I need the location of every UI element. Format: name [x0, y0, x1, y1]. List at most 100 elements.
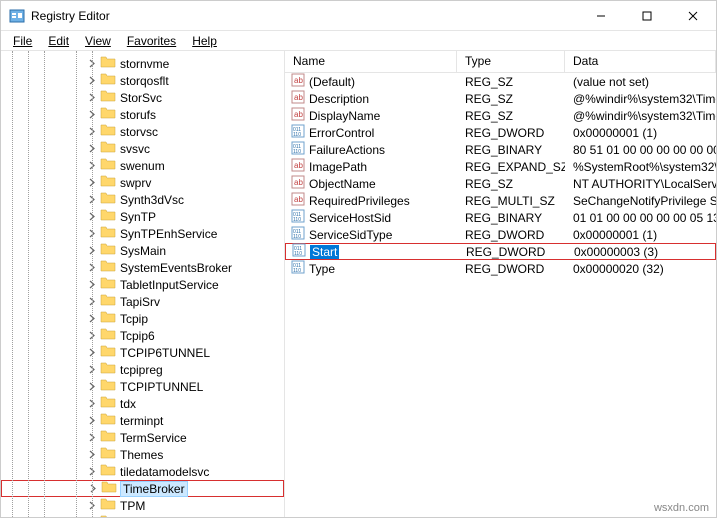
col-header-type[interactable]: Type: [457, 51, 565, 72]
tree-item-themes[interactable]: Themes: [1, 446, 284, 463]
tree-item-tapisrv[interactable]: TapiSrv: [1, 293, 284, 310]
expander-icon[interactable]: [87, 75, 98, 86]
value-data: 0x00000020 (32): [565, 262, 716, 276]
value-row-displayname[interactable]: abDisplayNameREG_SZ@%windir%\system32\Ti…: [285, 107, 716, 124]
tree-item-syntp[interactable]: SynTP: [1, 208, 284, 225]
tree-item-tabletinputservice[interactable]: TabletInputService: [1, 276, 284, 293]
expander-icon[interactable]: [87, 347, 98, 358]
expander-icon[interactable]: [87, 177, 98, 188]
folder-icon: [100, 463, 120, 480]
menubar: File Edit View Favorites Help: [1, 31, 716, 51]
tree-item-syntpenhservice[interactable]: SynTPEnhService: [1, 225, 284, 242]
tree-label: SystemEventsBroker: [120, 261, 232, 275]
maximize-button[interactable]: [624, 1, 670, 30]
tree-item-storvsc[interactable]: storvsc: [1, 123, 284, 140]
value-row--default-[interactable]: ab(Default)REG_SZ(value not set): [285, 73, 716, 90]
menu-file[interactable]: File: [5, 32, 40, 50]
tree-item-tdx[interactable]: tdx: [1, 395, 284, 412]
expander-icon[interactable]: [87, 143, 98, 154]
tree-label: TimeBroker: [121, 482, 187, 496]
expander-icon[interactable]: [87, 228, 98, 239]
tree-item-tcpip[interactable]: Tcpip: [1, 310, 284, 327]
tree-pane[interactable]: stornvmestorqosfltStorSvcstorufsstorvscs…: [1, 51, 285, 517]
value-type: REG_BINARY: [457, 211, 565, 225]
tree-item-termservice[interactable]: TermService: [1, 429, 284, 446]
minimize-button[interactable]: [578, 1, 624, 30]
value-row-objectname[interactable]: abObjectNameREG_SZNT AUTHORITY\LocalServ…: [285, 175, 716, 192]
expander-icon[interactable]: [87, 279, 98, 290]
tree-item-swprv[interactable]: swprv: [1, 174, 284, 191]
tree-item-svsvc[interactable]: svsvc: [1, 140, 284, 157]
expander-icon[interactable]: [87, 432, 98, 443]
expander-icon[interactable]: [87, 296, 98, 307]
folder-icon: [100, 89, 120, 106]
expander-icon[interactable]: [88, 483, 99, 494]
window-controls: [578, 1, 716, 30]
value-data: %SystemRoot%\system32\sv: [565, 160, 716, 174]
list-body[interactable]: ab(Default)REG_SZ(value not set)abDescri…: [285, 73, 716, 517]
tree-item-timebroker[interactable]: TimeBroker: [1, 480, 284, 497]
tree-item-storufs[interactable]: storufs: [1, 106, 284, 123]
expander-icon[interactable]: [87, 364, 98, 375]
tree-label: StorSvc: [120, 91, 162, 105]
expander-icon[interactable]: [87, 500, 98, 511]
menu-help[interactable]: Help: [184, 32, 225, 50]
value-type: REG_SZ: [457, 75, 565, 89]
expander-icon[interactable]: [87, 466, 98, 477]
tree-item-tcpiptunnel[interactable]: TCPIPTUNNEL: [1, 378, 284, 395]
value-name: ErrorControl: [309, 126, 374, 140]
value-row-requiredprivileges[interactable]: abRequiredPrivilegesREG_MULTI_SZSeChange…: [285, 192, 716, 209]
menu-view[interactable]: View: [77, 32, 119, 50]
value-row-type[interactable]: 011110TypeREG_DWORD0x00000020 (32): [285, 260, 716, 277]
tree-item-systemeventsbroker[interactable]: SystemEventsBroker: [1, 259, 284, 276]
tree-label: storvsc: [120, 125, 158, 139]
expander-icon[interactable]: [87, 211, 98, 222]
value-row-errorcontrol[interactable]: 011110ErrorControlREG_DWORD0x00000001 (1…: [285, 124, 716, 141]
tree-item-synth3dvsc[interactable]: Synth3dVsc: [1, 191, 284, 208]
tree-item-tcpip6tunnel[interactable]: TCPIP6TUNNEL: [1, 344, 284, 361]
value-row-imagepath[interactable]: abImagePathREG_EXPAND_SZ%SystemRoot%\sys…: [285, 158, 716, 175]
tree-item-tpm[interactable]: TPM: [1, 497, 284, 514]
expander-icon[interactable]: [87, 398, 98, 409]
expander-icon[interactable]: [87, 245, 98, 256]
expander-icon[interactable]: [87, 313, 98, 324]
folder-icon: [100, 242, 120, 259]
value-type-icon: ab: [291, 90, 305, 107]
value-row-servicesidtype[interactable]: 011110ServiceSidTypeREG_DWORD0x00000001 …: [285, 226, 716, 243]
value-row-description[interactable]: abDescriptionREG_SZ@%windir%\system32\Ti…: [285, 90, 716, 107]
tree-label: TCPIPTUNNEL: [120, 380, 203, 394]
list-pane: Name Type Data ab(Default)REG_SZ(value n…: [285, 51, 716, 517]
col-header-name[interactable]: Name: [285, 51, 457, 72]
value-row-failureactions[interactable]: 011110FailureActionsREG_BINARY80 51 01 0…: [285, 141, 716, 158]
expander-icon[interactable]: [87, 449, 98, 460]
tree-item-tcpipreg[interactable]: tcpipreg: [1, 361, 284, 378]
menu-favorites[interactable]: Favorites: [119, 32, 184, 50]
menu-edit[interactable]: Edit: [40, 32, 77, 50]
tree-item-tiledatamodelsvc[interactable]: tiledatamodelsvc: [1, 463, 284, 480]
value-type-icon: 011110: [291, 141, 305, 158]
expander-icon[interactable]: [87, 126, 98, 137]
expander-icon[interactable]: [87, 262, 98, 273]
col-header-data[interactable]: Data: [565, 51, 716, 72]
tree-item-sysmain[interactable]: SysMain: [1, 242, 284, 259]
tree-item-storsvc[interactable]: StorSvc: [1, 89, 284, 106]
value-row-start[interactable]: 011110StartREG_DWORD0x00000003 (3): [285, 243, 716, 260]
folder-icon: [100, 55, 120, 72]
expander-icon[interactable]: [87, 381, 98, 392]
tree-item-storqosflt[interactable]: storqosflt: [1, 72, 284, 89]
expander-icon[interactable]: [87, 194, 98, 205]
expander-icon[interactable]: [87, 330, 98, 341]
tree-item-terminpt[interactable]: terminpt: [1, 412, 284, 429]
tree-item-swenum[interactable]: swenum: [1, 157, 284, 174]
close-button[interactable]: [670, 1, 716, 30]
expander-icon[interactable]: [87, 415, 98, 426]
tree-item-stornvme[interactable]: stornvme: [1, 55, 284, 72]
tree-item-tcpip6[interactable]: Tcpip6: [1, 327, 284, 344]
value-row-servicehostsid[interactable]: 011110ServiceHostSidREG_BINARY01 01 00 0…: [285, 209, 716, 226]
expander-icon[interactable]: [87, 160, 98, 171]
expander-icon[interactable]: [87, 92, 98, 103]
expander-icon[interactable]: [87, 109, 98, 120]
tree-item-trkwks[interactable]: TrkWks: [1, 514, 284, 517]
expander-icon[interactable]: [87, 58, 98, 69]
titlebar: Registry Editor: [1, 1, 716, 31]
